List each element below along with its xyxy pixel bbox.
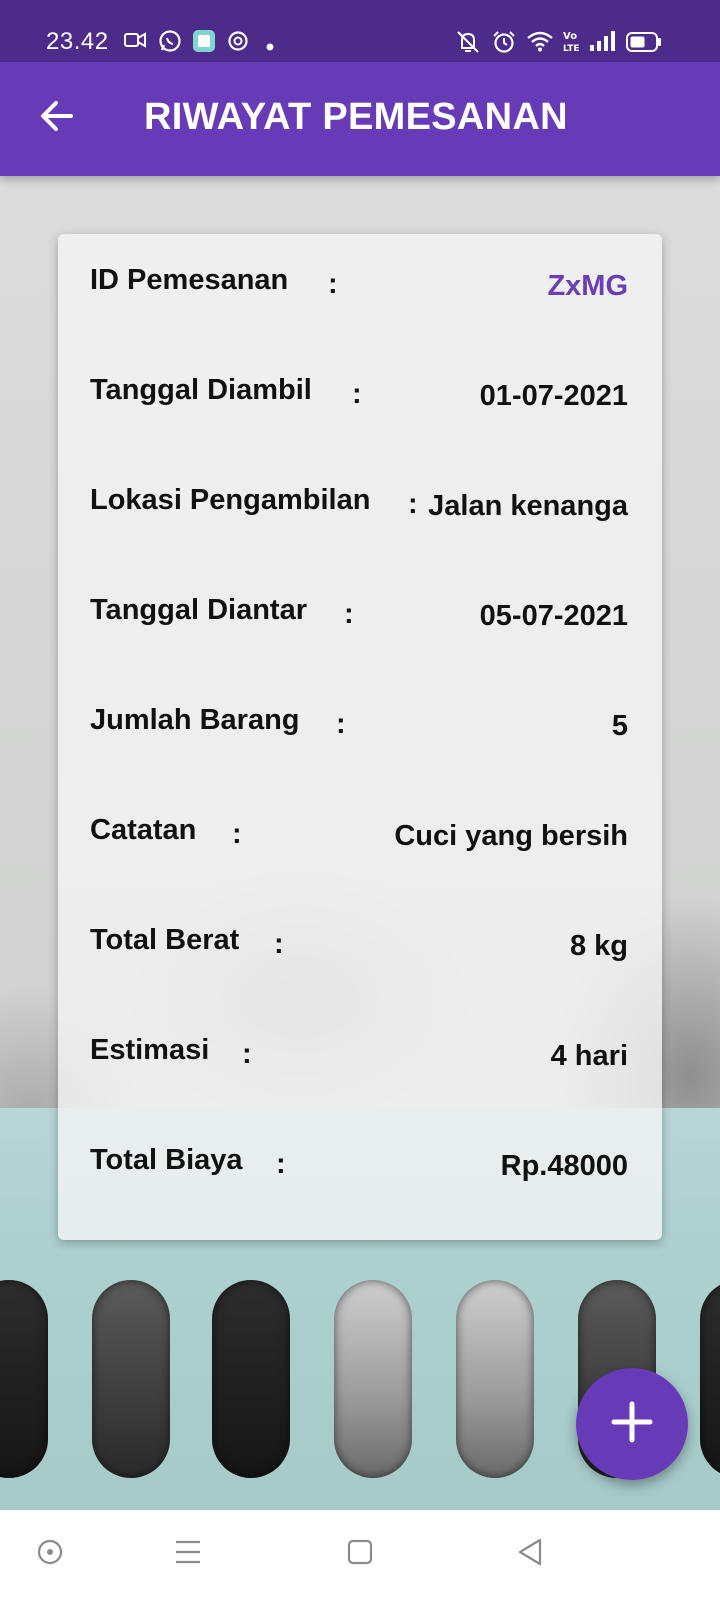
order-id-value: ZxMG [547,270,628,302]
back-button[interactable] [30,92,82,144]
detail-row-delivery-date: Tanggal Diantar : 05-07-2021 [58,594,662,654]
detail-value: 8 kg [569,930,628,962]
svg-text:Vo: Vo [563,31,577,42]
detail-value: 01-07-2021 [479,380,628,412]
detail-label: ID Pemesanan [90,264,289,296]
assistant-button[interactable] [28,1532,72,1576]
dot-icon [266,38,274,56]
detail-row-pickup-date: Tanggal Diambil : 01-07-2021 [58,374,662,434]
home-button[interactable] [338,1532,382,1576]
system-back-button[interactable] [508,1532,552,1576]
detail-label: Total Biaya [90,1144,243,1176]
plus-icon [610,1400,654,1449]
detail-colon: : [352,378,362,410]
detail-label: Lokasi Pengambilan [90,484,371,516]
volte-icon: Vo LTE [562,29,580,58]
page-title: RIWAYAT PEMESANAN [144,96,568,138]
detail-row-pickup-location: Lokasi Pengambilan : Jalan kenanga [58,484,662,544]
whatsapp-icon [158,29,182,58]
alarm-icon [492,30,516,59]
app-bar: RIWAYAT PEMESANAN [0,62,720,176]
signal-icon [588,30,616,57]
detail-value: Cuci yang bersih [394,820,628,852]
detail-colon: : [242,1038,252,1070]
detail-row-weight: Total Berat : 8 kg [58,924,662,984]
detail-value: 5 [611,710,628,742]
mute-icon [454,30,482,59]
app-icon [192,29,216,58]
status-bar: 23.42 Vo LTE [0,0,720,62]
detail-row-estimate: Estimasi : 4 hari [58,1034,662,1094]
detail-label: Estimasi [90,1034,210,1066]
detail-value: Jalan kenanga [428,490,628,522]
detail-colon: : [408,488,418,520]
screen: 23.42 Vo LTE RIWAYAT PEMESANAN ID Pemesa… [0,0,720,1600]
vpn-icon [226,30,250,57]
detail-value: 4 hari [550,1040,628,1072]
svg-text:LTE: LTE [563,44,580,53]
detail-label: Tanggal Diambil [90,374,312,406]
assistant-icon [36,1538,64,1571]
status-time: 23.42 [46,28,109,55]
detail-colon: : [274,928,284,960]
detail-colon: : [344,598,354,630]
menu-icon [174,1539,202,1570]
video-camera-icon [124,30,146,55]
menu-button[interactable] [166,1532,210,1576]
back-icon [516,1537,544,1572]
detail-colon: : [276,1148,286,1180]
home-icon [347,1539,373,1570]
detail-colon: : [336,708,346,740]
detail-row-total-cost: Total Biaya : Rp.48000 [58,1144,662,1204]
add-order-button[interactable] [576,1368,688,1480]
detail-colon: : [232,818,242,850]
navigation-bar [0,1510,720,1600]
battery-icon [626,32,662,57]
detail-label: Total Berat [90,924,240,956]
detail-label: Jumlah Barang [90,704,300,736]
wifi-icon [526,30,554,57]
detail-row-notes: Catatan : Cuci yang bersih [58,814,662,874]
detail-label: Catatan [90,814,197,846]
detail-label: Tanggal Diantar [90,594,307,626]
detail-value: Rp.48000 [500,1150,628,1182]
order-detail-card: ID Pemesanan : ZxMG Tanggal Diambil : 01… [58,234,662,1240]
detail-row-item-count: Jumlah Barang : 5 [58,704,662,764]
detail-row-id: ID Pemesanan : ZxMG [58,264,662,324]
detail-value: 05-07-2021 [479,600,628,632]
arrow-left-icon [38,100,74,137]
detail-colon: : [328,268,338,300]
